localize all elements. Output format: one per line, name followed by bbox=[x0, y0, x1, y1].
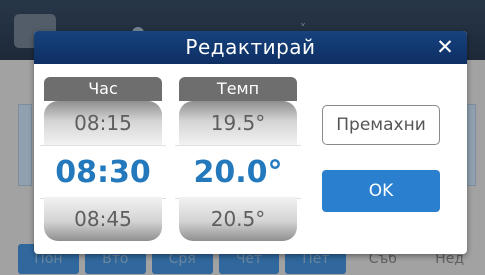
hour-next-value[interactable]: 08:45 bbox=[44, 197, 162, 241]
temperature-spinner[interactable]: Темп 19.5° 20.0° 20.5° bbox=[175, 77, 301, 241]
dialog-title: Редактирай bbox=[185, 35, 316, 59]
temperature-spinner-label: Темп bbox=[179, 77, 297, 101]
hour-spinner[interactable]: Час 08:15 08:30 08:45 bbox=[40, 77, 166, 241]
temperature-prev-value[interactable]: 19.5° bbox=[179, 101, 297, 145]
ok-button[interactable]: OK bbox=[322, 170, 440, 212]
temperature-next-value[interactable]: 20.5° bbox=[179, 197, 297, 241]
remove-button[interactable]: Премахни bbox=[322, 105, 440, 145]
close-icon[interactable]: ✕ bbox=[431, 33, 459, 61]
hour-spinner-label: Час bbox=[44, 77, 162, 101]
temperature-current-value[interactable]: 20.0° bbox=[175, 145, 301, 199]
edit-dialog: Редактирай ✕ Час 08:15 08:30 08:45 Темп … bbox=[34, 31, 467, 254]
hour-current-value[interactable]: 08:30 bbox=[40, 145, 166, 199]
hour-prev-value[interactable]: 08:15 bbox=[44, 101, 162, 145]
